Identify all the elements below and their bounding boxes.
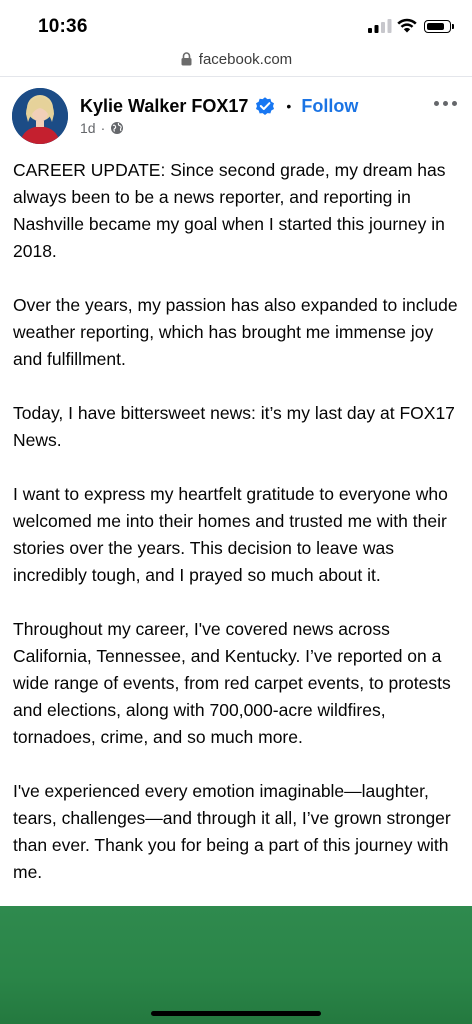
lock-icon (181, 52, 192, 66)
url-text: facebook.com (198, 50, 293, 68)
post-image[interactable] (0, 906, 472, 1024)
divider (0, 76, 472, 77)
meta-separator: · (100, 120, 106, 136)
cellular-signal-icon (368, 19, 392, 33)
post-text: CAREER UPDATE: Since second grade, my dr… (13, 157, 463, 913)
post-header: Kylie Walker FOX17 • Follow 1d · (0, 84, 472, 150)
verified-badge-icon (256, 97, 275, 115)
post-paragraph: I've experienced every emotion imaginabl… (13, 781, 451, 882)
post-paragraph: CAREER UPDATE: Since second grade, my dr… (13, 160, 446, 261)
post-paragraph: I want to express my heartfelt gratitude… (13, 484, 448, 585)
avatar-image (12, 88, 68, 144)
address-bar[interactable]: facebook.com (0, 44, 472, 74)
post-age[interactable]: 1d (80, 120, 96, 136)
more-options-icon[interactable] (434, 98, 460, 108)
battery-level (426, 22, 445, 30)
wifi-icon (397, 18, 417, 33)
follow-button[interactable]: Follow (301, 96, 358, 117)
post-paragraph: Today, I have bittersweet news: it’s my … (13, 403, 455, 450)
post-paragraph: Throughout my career, I've covered news … (13, 619, 451, 747)
author-name[interactable]: Kylie Walker FOX17 (80, 96, 248, 117)
separator-dot: • (286, 98, 292, 114)
status-time: 10:36 (38, 16, 88, 37)
home-indicator (151, 1011, 321, 1016)
status-bar: 10:36 (0, 0, 472, 44)
battery-icon (424, 20, 454, 33)
post-meta: 1d · (80, 120, 124, 136)
globe-icon (111, 122, 124, 134)
post-paragraph: Over the years, my passion has also expa… (13, 295, 458, 369)
author-row: Kylie Walker FOX17 • Follow (80, 95, 358, 117)
avatar[interactable] (12, 88, 68, 144)
